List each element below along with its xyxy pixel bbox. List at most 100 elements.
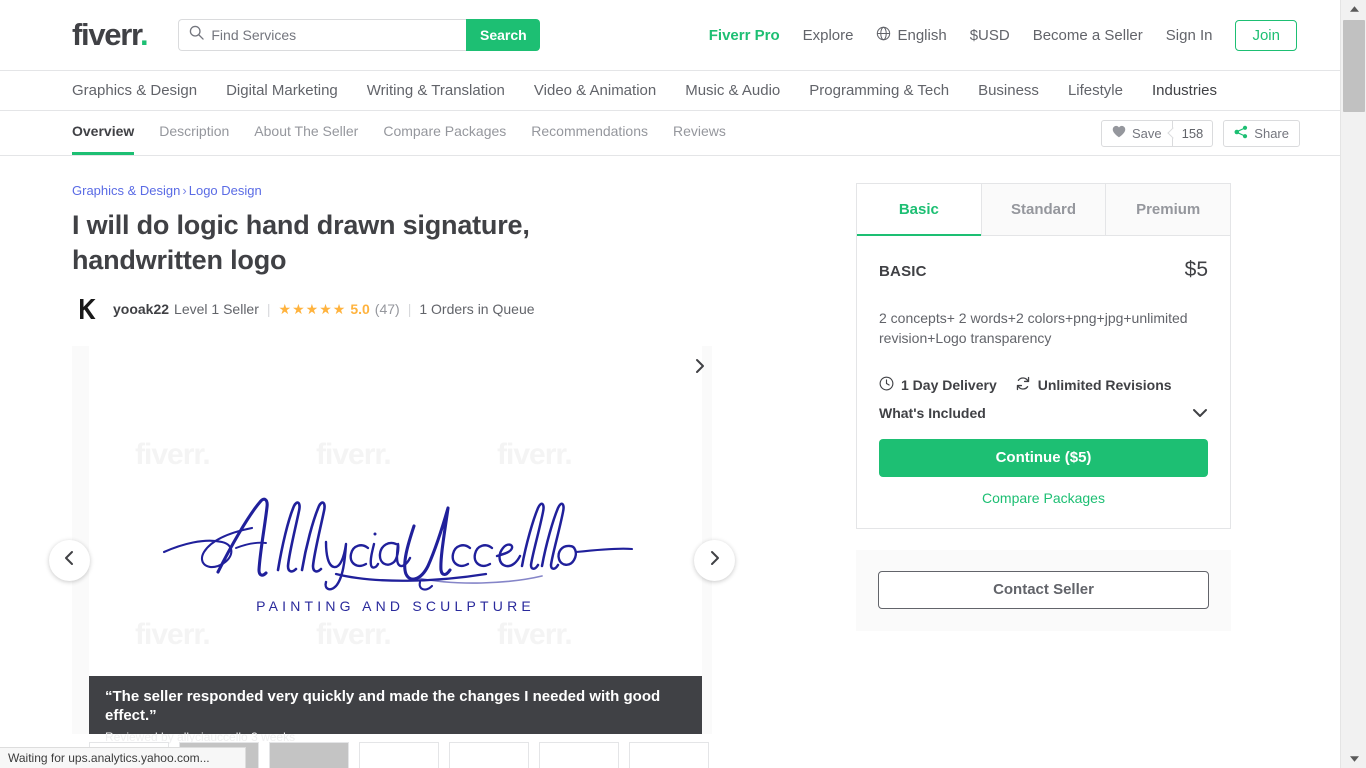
search-button[interactable]: Search	[466, 19, 541, 51]
gallery-slide[interactable]: fiverr. fiverr. fiverr. fiverr. fiverr. …	[89, 346, 702, 677]
triangle-down-icon[interactable]	[1341, 750, 1366, 768]
browser-status-bar: Waiting for ups.analytics.yahoo.com...	[0, 747, 246, 768]
breadcrumb-item-graphics-design[interactable]: Graphics & Design	[72, 183, 180, 198]
browser-viewport: fiverr. Search Fiverr Pro Explore	[0, 0, 1366, 768]
seller-separator-1: |	[266, 301, 271, 318]
tab-overview[interactable]: Overview	[72, 111, 135, 155]
gallery-prev-button[interactable]	[49, 540, 90, 582]
share-button[interactable]: Share	[1223, 119, 1300, 147]
triangle-up-icon[interactable]	[1341, 0, 1366, 18]
list-item[interactable]	[269, 742, 349, 768]
package-name: BASIC	[879, 263, 927, 280]
share-label: Share	[1254, 125, 1289, 141]
watermark: fiverr.	[135, 438, 211, 472]
gig-actions: Save 158 Share	[1100, 111, 1300, 155]
chevron-right-icon	[709, 550, 720, 571]
nav-explore[interactable]: Explore	[803, 27, 854, 44]
gig-gallery: fiverr. fiverr. fiverr. fiverr. fiverr. …	[49, 346, 735, 768]
watermark: fiverr.	[135, 618, 211, 652]
category-graphics-design[interactable]: Graphics & Design	[72, 82, 197, 99]
whats-included-label: What's Included	[879, 404, 986, 421]
category-programming-tech[interactable]: Programming & Tech	[809, 82, 949, 99]
chevron-down-icon	[1192, 405, 1208, 421]
nav-sign-in[interactable]: Sign In	[1166, 27, 1213, 44]
tab-description[interactable]: Description	[159, 111, 229, 155]
package-tab-premium[interactable]: Premium	[1105, 184, 1231, 236]
tab-recommendations[interactable]: Recommendations	[531, 111, 648, 155]
heart-icon	[1112, 125, 1126, 141]
chevron-left-icon	[64, 550, 75, 571]
search-input[interactable]	[211, 27, 467, 43]
package-price: $5	[1184, 258, 1208, 281]
seller-info-row: yooak22 Level 1 Seller | ★ ★ ★ ★ ★ 5.0 (…	[72, 294, 752, 325]
package-meta: 1 Day Delivery Unlimited Revisions	[879, 376, 1208, 394]
scrollbar-thumb[interactable]	[1343, 20, 1365, 112]
contact-seller-button[interactable]: Contact Seller	[878, 570, 1209, 609]
nav-language-label: English	[897, 26, 947, 44]
continue-button[interactable]: Continue ($5)	[879, 438, 1208, 477]
category-nav: Graphics & Design Digital Marketing Writ…	[0, 71, 1340, 111]
nav-language[interactable]: English	[876, 26, 947, 45]
site-header: fiverr. Search Fiverr Pro Explore	[0, 0, 1340, 71]
signature-subtitle: PAINTING AND SCULPTURE	[256, 598, 535, 615]
breadcrumb-item-logo-design[interactable]: Logo Design	[189, 183, 262, 198]
search-icon	[189, 25, 205, 45]
seller-name[interactable]: yooak22	[113, 301, 169, 317]
search-input-wrap[interactable]	[178, 19, 467, 51]
package-tab-basic[interactable]: Basic	[857, 184, 981, 236]
star-icon: ★	[305, 301, 319, 318]
save-button[interactable]: Save	[1100, 119, 1173, 147]
gig-tabs: Overview Description About The Seller Co…	[72, 111, 726, 155]
compare-packages-link[interactable]: Compare Packages	[879, 490, 1208, 506]
join-button[interactable]: Join	[1235, 19, 1297, 51]
category-business[interactable]: Business	[978, 82, 1039, 99]
list-item[interactable]	[629, 742, 709, 768]
nav-currency[interactable]: $USD	[970, 27, 1010, 44]
list-item[interactable]	[359, 742, 439, 768]
gig-right-column: Basic Standard Premium BASIC $5 2 concep…	[856, 183, 1231, 734]
thumbnails-next-button[interactable]	[694, 358, 705, 379]
watermark: fiverr.	[497, 618, 573, 652]
delivery-time: 1 Day Delivery	[879, 376, 997, 394]
delivery-time-label: 1 Day Delivery	[901, 376, 997, 393]
revisions: Unlimited Revisions	[1015, 376, 1172, 394]
avatar[interactable]	[72, 294, 102, 325]
refresh-icon	[1015, 376, 1031, 394]
logo-text: fiverr	[72, 16, 141, 52]
tab-reviews[interactable]: Reviews	[673, 111, 726, 155]
package-card: Basic Standard Premium BASIC $5 2 concep…	[856, 183, 1231, 529]
logo-dot: .	[140, 16, 149, 52]
save-label: Save	[1131, 125, 1162, 141]
category-video-animation[interactable]: Video & Animation	[534, 82, 656, 99]
nav-become-a-seller[interactable]: Become a Seller	[1033, 27, 1143, 44]
rating-count: (47)	[374, 301, 400, 318]
breadcrumb-separator: ›	[182, 183, 187, 198]
list-item[interactable]	[449, 742, 529, 768]
main-content: Graphics & Design › Logo Design I will do …	[0, 156, 1340, 768]
tab-compare-packages[interactable]: Compare Packages	[383, 111, 506, 155]
category-lifestyle[interactable]: Lifestyle	[1068, 82, 1123, 99]
watermark: fiverr.	[497, 438, 573, 472]
signature-artwork: PAINTING AND SCULPTURE	[89, 486, 702, 614]
package-description: 2 concepts+ 2 words+2 colors+png+jpg+unl…	[879, 310, 1188, 347]
search-bar: Search	[178, 19, 541, 51]
fiverr-logo[interactable]: fiverr.	[72, 16, 149, 52]
tab-about-the-seller[interactable]: About The Seller	[254, 111, 358, 155]
category-industries[interactable]: Industries	[1152, 82, 1217, 99]
seller-level: Level 1 Seller	[174, 301, 259, 318]
watermark: fiverr.	[316, 618, 392, 652]
breadcrumb: Graphics & Design › Logo Design	[72, 183, 752, 198]
page-scrollbar[interactable]	[1340, 0, 1366, 768]
category-writing-translation[interactable]: Writing & Translation	[367, 82, 505, 99]
nav-fiverr-pro[interactable]: Fiverr Pro	[709, 27, 780, 44]
package-tab-standard[interactable]: Standard	[980, 184, 1106, 236]
whats-included-toggle[interactable]: What's Included	[879, 405, 1208, 421]
gallery-next-button[interactable]	[694, 540, 735, 582]
globe-icon	[876, 26, 891, 45]
category-digital-marketing[interactable]: Digital Marketing	[226, 82, 338, 99]
category-music-audio[interactable]: Music & Audio	[685, 82, 780, 99]
contact-seller-card: Contact Seller	[856, 549, 1231, 631]
star-icon: ★	[278, 301, 292, 318]
save-count[interactable]: 158	[1172, 119, 1214, 147]
list-item[interactable]	[539, 742, 619, 768]
